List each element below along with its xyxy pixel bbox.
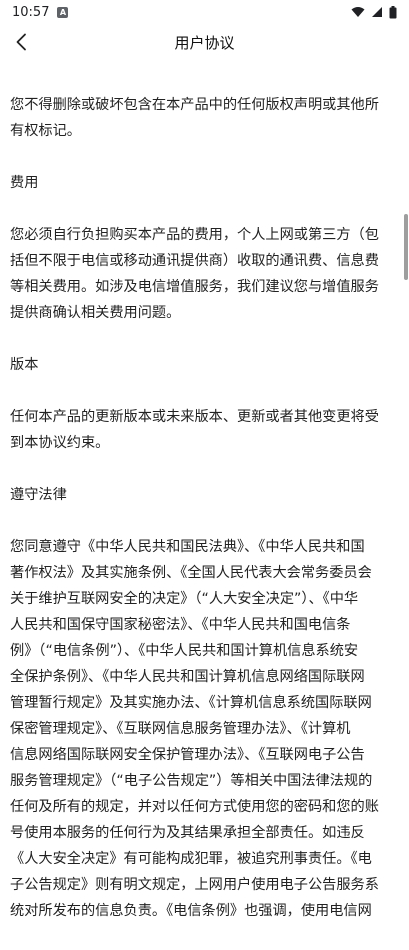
- a-badge-icon: A: [57, 6, 69, 18]
- heading-version: 版本: [10, 357, 39, 373]
- status-left: 10:57 A: [12, 4, 69, 20]
- status-time: 10:57: [12, 4, 50, 20]
- status-bar: 10:57 A: [0, 0, 409, 24]
- back-button[interactable]: [8, 28, 34, 56]
- paragraph-compliance: 您同意遵守《中华人民共和国民法典》、《中华人民共和国 著作权法》及其实施条例、《…: [10, 539, 379, 919]
- page-title: 用户协议: [174, 33, 235, 52]
- paragraph-version: 任何本产品的更新版本或未来版本、更新或者其他变更将受 到本协议约束。: [10, 409, 379, 451]
- heading-compliance: 遵守法律: [10, 487, 67, 503]
- paragraph-fees: 您必须自行负担购买本产品的费用，个人上网或第三方（包 括但不限于电信或移动通讯提…: [10, 227, 379, 321]
- status-right: [351, 5, 397, 19]
- battery-icon: [389, 5, 397, 18]
- signal-icon: [372, 7, 382, 17]
- heading-fees: 费用: [10, 175, 39, 191]
- scrollbar-thumb[interactable]: [404, 214, 408, 280]
- chevron-left-icon: [16, 33, 26, 51]
- paragraph-copyright: 您不得删除或破坏包含在本产品中的任何版权声明或其他所 有权标记。: [10, 97, 379, 139]
- agreement-content[interactable]: 您不得删除或破坏包含在本产品中的任何版权声明或其他所 有权标记。 费用 您必须自…: [10, 66, 402, 950]
- app-bar: 用户协议: [0, 24, 409, 60]
- wifi-icon: [351, 7, 365, 17]
